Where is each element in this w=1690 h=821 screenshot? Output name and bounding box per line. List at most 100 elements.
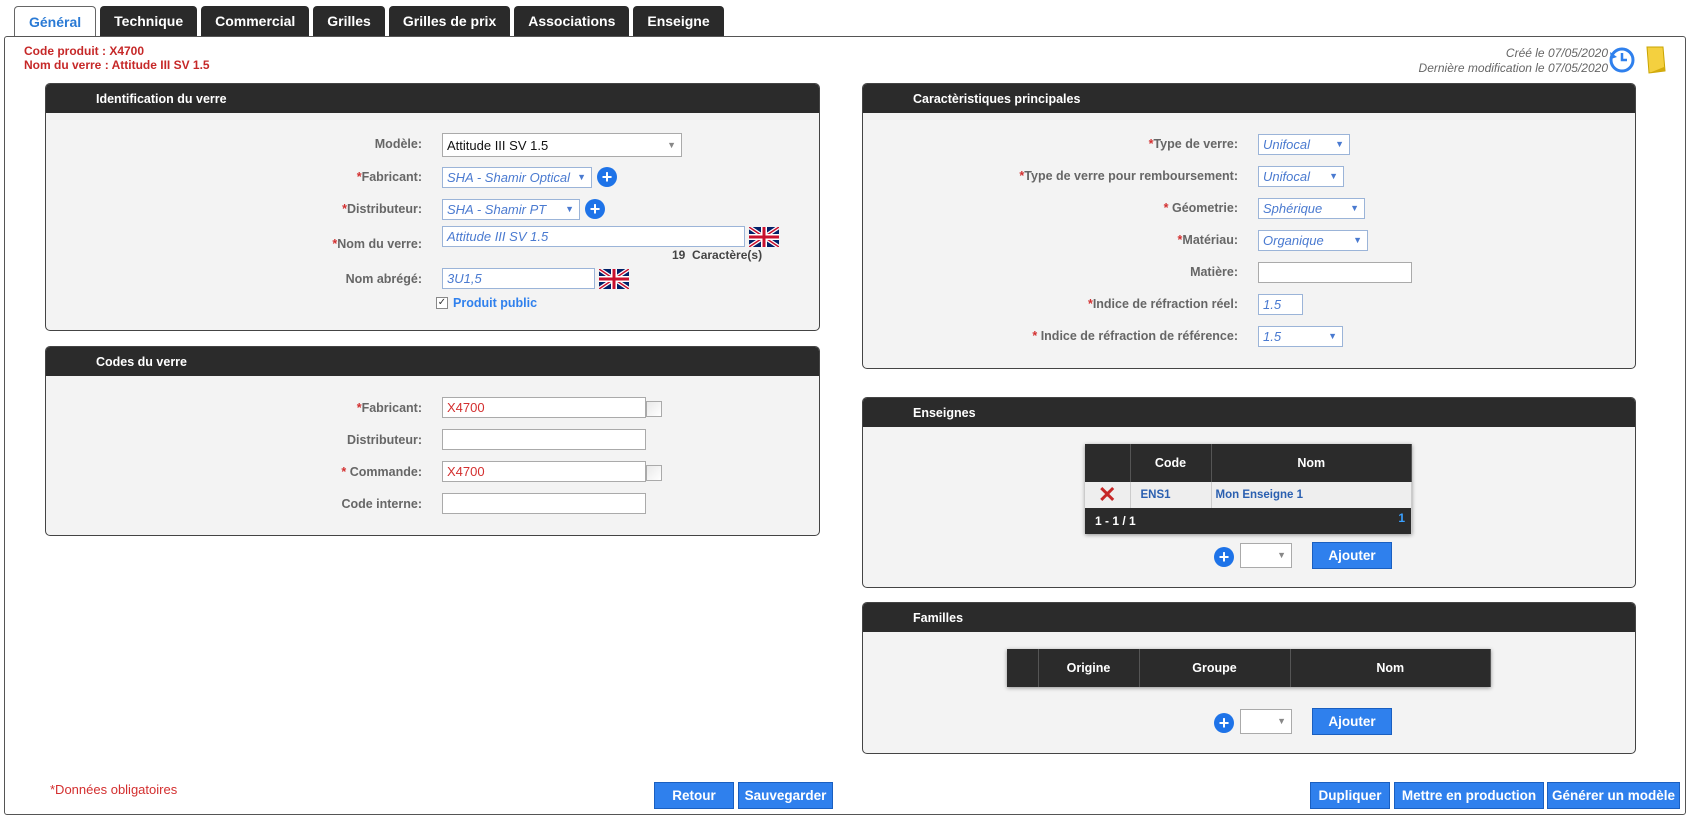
panel-title: Familles: [863, 603, 1635, 632]
type-remboursement-value: Unifocal: [1263, 169, 1310, 184]
actions-column-header: [1007, 649, 1039, 687]
add-distributeur-button[interactable]: +: [585, 199, 605, 219]
row-nom[interactable]: Mon Enseigne 1: [1211, 482, 1412, 508]
nom-abrege-label: Nom abrégé:: [345, 272, 422, 286]
groupe-column-header: Groupe: [1139, 649, 1291, 687]
code-commande-input[interactable]: X4700: [442, 461, 646, 482]
chevron-down-icon: ▼: [667, 140, 676, 150]
materiau-select[interactable]: Organique ▼: [1258, 230, 1368, 251]
actions-column-header: [1085, 444, 1131, 482]
type-remboursement-select[interactable]: Unifocal ▼: [1258, 166, 1344, 187]
chevron-down-icon: ▼: [1353, 235, 1362, 245]
fabricant-select[interactable]: SHA - Shamir Optical ▼: [442, 167, 592, 188]
identification-panel: Identification du verre: [45, 83, 820, 331]
tab-associations[interactable]: Associations: [514, 6, 630, 36]
product-summary: Code produit : X4700 Nom du verre : Atti…: [24, 44, 210, 72]
origine-column-header: Origine: [1038, 649, 1140, 687]
panel-title: Codes du verre: [46, 347, 819, 376]
produit-public-label: Produit public: [453, 296, 538, 310]
chevron-down-icon: ▼: [1277, 716, 1286, 726]
table-header: Origine Groupe Nom: [1007, 649, 1491, 687]
tab-enseigne[interactable]: Enseigne: [633, 6, 724, 36]
chevron-down-icon: ▼: [1335, 139, 1344, 149]
uk-flag-icon[interactable]: [599, 269, 629, 289]
char-counter: 19 Caractère(s): [672, 248, 763, 262]
tab-general[interactable]: Général: [14, 6, 97, 37]
fabricant-value: SHA - Shamir Optical: [447, 170, 571, 185]
chevron-down-icon: ▼: [565, 204, 574, 214]
enseigne-select[interactable]: ▼: [1240, 543, 1292, 568]
tab-grilles-de-prix[interactable]: Grilles de prix: [388, 6, 511, 36]
distributeur-select[interactable]: SHA - Shamir PT ▼: [442, 199, 580, 220]
dupliquer-button[interactable]: Dupliquer: [1310, 782, 1390, 809]
nom-verre-input[interactable]: Attitude III SV 1.5: [442, 226, 745, 247]
produit-public-checkbox[interactable]: ✓: [436, 297, 448, 309]
chevron-down-icon: ▼: [1350, 203, 1359, 213]
table-row: ✕ ENS1 Mon Enseigne 1: [1085, 482, 1412, 508]
tab-grilles[interactable]: Grilles: [313, 6, 385, 36]
retour-button[interactable]: Retour: [654, 782, 734, 809]
product-code: Code produit : X4700: [24, 44, 145, 58]
delete-icon[interactable]: ✕: [1098, 482, 1116, 507]
distributeur-value: SHA - Shamir PT: [447, 202, 547, 217]
date-info: Créé le 07/05/2020 Dernière modification…: [1419, 46, 1608, 76]
tab-bar: Général Technique Commercial Grilles Gri…: [14, 6, 724, 37]
table-pager: 1 - 1 / 1 1: [1085, 508, 1412, 534]
page-link[interactable]: 1: [1398, 511, 1405, 525]
code-fabricant-input[interactable]: X4700: [442, 397, 646, 418]
indice-reference-value: 1.5: [1263, 329, 1282, 344]
barcode-image[interactable]: [646, 401, 662, 417]
mandatory-note: *Données obligatoires: [50, 782, 178, 797]
sauvegarder-button[interactable]: Sauvegarder: [738, 782, 833, 809]
modele-value: Attitude III SV 1.5: [447, 137, 549, 153]
nom-column-header: Nom: [1290, 649, 1491, 687]
famille-select[interactable]: ▼: [1240, 709, 1292, 734]
nom-abrege-input[interactable]: 3U1,5: [442, 268, 595, 289]
modele-label: Modèle:: [374, 137, 422, 151]
delete-cell: ✕: [1085, 482, 1131, 508]
tab-commercial[interactable]: Commercial: [201, 6, 310, 36]
history-icon[interactable]: [1608, 46, 1636, 74]
code-interne-input[interactable]: [442, 493, 646, 514]
type-verre-select[interactable]: Unifocal ▼: [1258, 134, 1350, 155]
code-column-header: Code: [1130, 444, 1212, 482]
chevron-down-icon: ▼: [1329, 171, 1338, 181]
geometrie-label: * Géometrie:: [1163, 201, 1238, 215]
pager-text: 1 - 1 / 1: [1095, 514, 1136, 528]
barcode-image[interactable]: [646, 465, 662, 481]
panel-title: Enseignes: [863, 398, 1635, 427]
code-interne-label: Code interne:: [341, 497, 422, 511]
code-commande-label: * Commande:: [341, 465, 422, 479]
codes-panel: Codes du verre: [45, 346, 820, 536]
code-distributeur-input[interactable]: [442, 429, 646, 450]
code-distributeur-label: Distributeur:: [347, 433, 422, 447]
panel-title: Identification du verre: [46, 84, 819, 113]
indice-reel-input[interactable]: 1.5: [1258, 294, 1303, 315]
product-name: Nom du verre : Attitude III SV 1.5: [24, 58, 210, 72]
fabricant-label: *Fabricant:: [356, 170, 422, 184]
uk-flag-icon[interactable]: [749, 227, 779, 247]
geometrie-value: Sphérique: [1263, 201, 1323, 216]
geometrie-select[interactable]: Sphérique ▼: [1258, 198, 1365, 219]
distributeur-label: *Distributeur:: [342, 202, 422, 216]
add-enseigne-icon[interactable]: +: [1214, 547, 1234, 567]
indice-reference-select[interactable]: 1.5 ▼: [1258, 326, 1343, 347]
ajouter-enseigne-button[interactable]: Ajouter: [1312, 542, 1392, 569]
modele-select[interactable]: Attitude III SV 1.5 ▼: [442, 133, 682, 157]
generer-modele-button[interactable]: Générer un modèle: [1547, 782, 1680, 809]
created-date: Créé le 07/05/2020: [1505, 46, 1608, 60]
note-icon[interactable]: [1645, 45, 1667, 75]
add-famille-icon[interactable]: +: [1214, 713, 1234, 733]
row-code[interactable]: ENS1: [1130, 482, 1212, 508]
nom-verre-label: *Nom du verre:: [332, 237, 422, 251]
indice-reel-label: *Indice de réfraction réel:: [1087, 297, 1238, 311]
tab-technique[interactable]: Technique: [100, 6, 198, 36]
modified-date: Dernière modification le 07/05/2020: [1418, 61, 1608, 75]
add-fabricant-button[interactable]: +: [597, 167, 617, 187]
mettre-en-production-button[interactable]: Mettre en production: [1394, 782, 1544, 809]
matiere-input[interactable]: [1258, 262, 1412, 283]
caracteristiques-panel: Caractèristiques principales: [862, 83, 1636, 369]
ajouter-famille-button[interactable]: Ajouter: [1312, 708, 1392, 735]
materiau-value: Organique: [1263, 233, 1324, 248]
chevron-down-icon: ▼: [577, 172, 586, 182]
